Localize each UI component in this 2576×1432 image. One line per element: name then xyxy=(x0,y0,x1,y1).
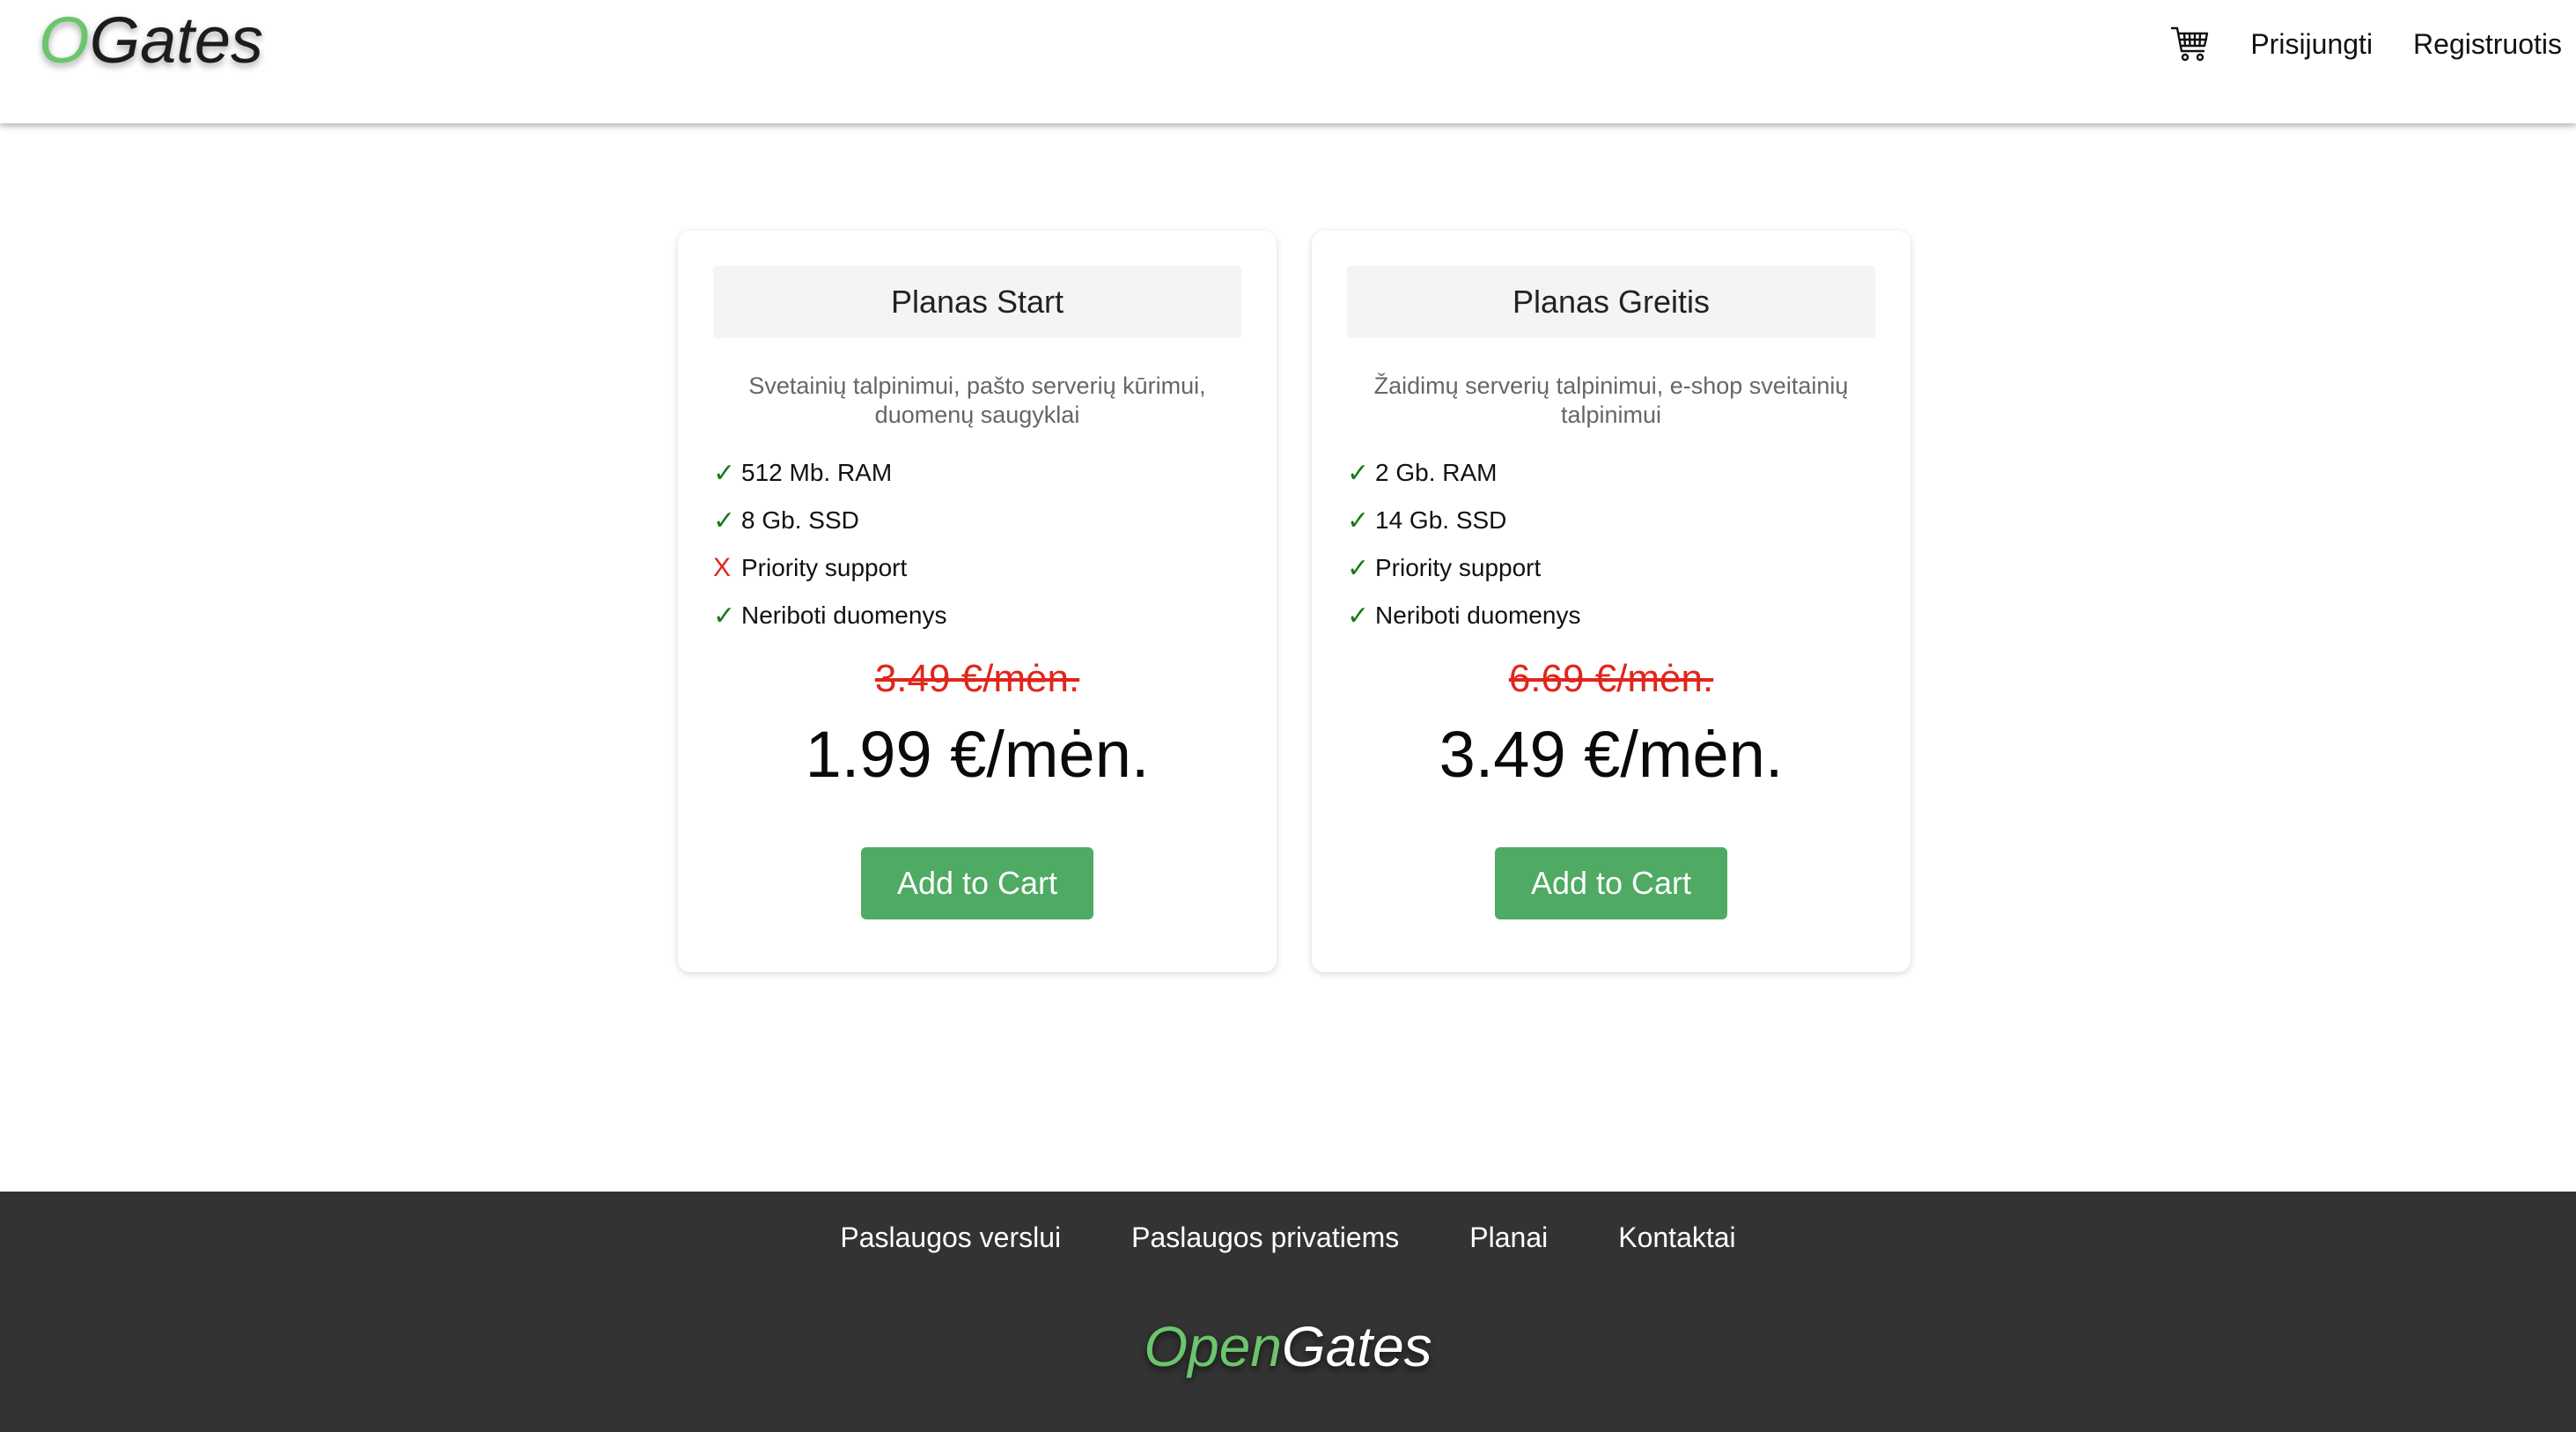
plan-title-box: Planas Start xyxy=(713,266,1241,338)
check-icon: ✓ xyxy=(713,506,736,535)
feature-label: 512 Mb. RAM xyxy=(741,459,893,486)
login-link[interactable]: Prisijungti xyxy=(2250,28,2373,61)
feature-item: ✓ 8 Gb. SSD xyxy=(713,497,1241,544)
add-to-cart-button[interactable]: Add to Cart xyxy=(1495,847,1727,919)
check-icon: ✓ xyxy=(713,458,736,488)
feature-label: 8 Gb. SSD xyxy=(741,506,859,534)
footer-link-private[interactable]: Paslaugos privatiems xyxy=(1131,1222,1399,1254)
plan-card-start: Planas Start Svetainių talpinimui, pašto… xyxy=(678,231,1277,972)
footer-logo-text: Gates xyxy=(1281,1315,1432,1378)
plan-description: Svetainių talpinimui, pašto serverių kūr… xyxy=(748,373,1206,428)
current-price: 3.49 €/mėn. xyxy=(1439,718,1784,791)
feature-label: 14 Gb. SSD xyxy=(1375,506,1507,534)
feature-item: ✓ 14 Gb. SSD xyxy=(1347,497,1875,544)
site-logo[interactable]: OGates xyxy=(39,0,263,81)
header-nav: Prisijungti Registruotis xyxy=(2169,19,2562,69)
feature-item: ✓ 2 Gb. RAM xyxy=(1347,449,1875,497)
footer-link-plans[interactable]: Planai xyxy=(1469,1222,1548,1254)
cross-icon: X xyxy=(713,553,732,582)
plan-card-greitis: Planas Greitis Žaidimų serverių talpinim… xyxy=(1312,231,1910,972)
footer-link-business[interactable]: Paslaugos verslui xyxy=(840,1222,1061,1254)
feature-label: Priority support xyxy=(1375,554,1542,581)
add-to-cart-button[interactable]: Add to Cart xyxy=(861,847,1093,919)
register-link[interactable]: Registruotis xyxy=(2413,28,2562,61)
feature-item: ✓ Neriboti duomenys xyxy=(1347,592,1875,639)
check-icon: ✓ xyxy=(713,601,736,631)
plan-title: Planas Greitis xyxy=(1512,284,1711,320)
feature-item: ✓ 512 Mb. RAM xyxy=(713,449,1241,497)
logo-accent: O xyxy=(39,4,90,77)
feature-item: ✓ Priority support xyxy=(1347,544,1875,592)
site-header: OGates Prisijungti Registruotis xyxy=(0,0,2576,123)
check-icon: ✓ xyxy=(1347,553,1370,583)
feature-label: Priority support xyxy=(741,554,908,581)
plan-title: Planas Start xyxy=(890,284,1064,320)
current-price: 1.99 €/mėn. xyxy=(805,718,1150,791)
old-price: 3.49 €/mėn. xyxy=(874,657,1080,700)
check-icon: ✓ xyxy=(1347,458,1370,488)
pricing-section: Planas Start Svetainių talpinimui, pašto… xyxy=(0,123,2576,1192)
feature-label: 2 Gb. RAM xyxy=(1375,459,1498,486)
check-icon: ✓ xyxy=(1347,506,1370,535)
feature-label: Neriboti duomenys xyxy=(1375,602,1581,629)
plan-features: ✓ 2 Gb. RAM ✓ 14 Gb. SSD ✓ Priority supp… xyxy=(1347,449,1875,639)
site-footer: Paslaugos verslui Paslaugos privatiems P… xyxy=(0,1192,2576,1432)
footer-logo-accent: Open xyxy=(1144,1315,1282,1378)
footer-logo: OpenGates xyxy=(0,1311,2576,1382)
feature-item: X Priority support xyxy=(713,544,1241,592)
plan-title-box: Planas Greitis xyxy=(1347,266,1875,338)
old-price: 6.69 €/mėn. xyxy=(1508,657,1714,700)
shopping-cart-icon[interactable] xyxy=(2169,23,2212,65)
feature-label: Neriboti duomenys xyxy=(741,602,947,629)
check-icon: ✓ xyxy=(1347,601,1370,631)
feature-item: ✓ Neriboti duomenys xyxy=(713,592,1241,639)
footer-link-contacts[interactable]: Kontaktai xyxy=(1618,1222,1735,1254)
plan-features: ✓ 512 Mb. RAM ✓ 8 Gb. SSD X Priority sup… xyxy=(713,449,1241,639)
plan-description: Žaidimų serverių talpinimui, e-shop svei… xyxy=(1373,373,1849,428)
logo-text: Gates xyxy=(89,4,263,77)
footer-nav: Paslaugos verslui Paslaugos privatiems P… xyxy=(0,1222,2576,1254)
